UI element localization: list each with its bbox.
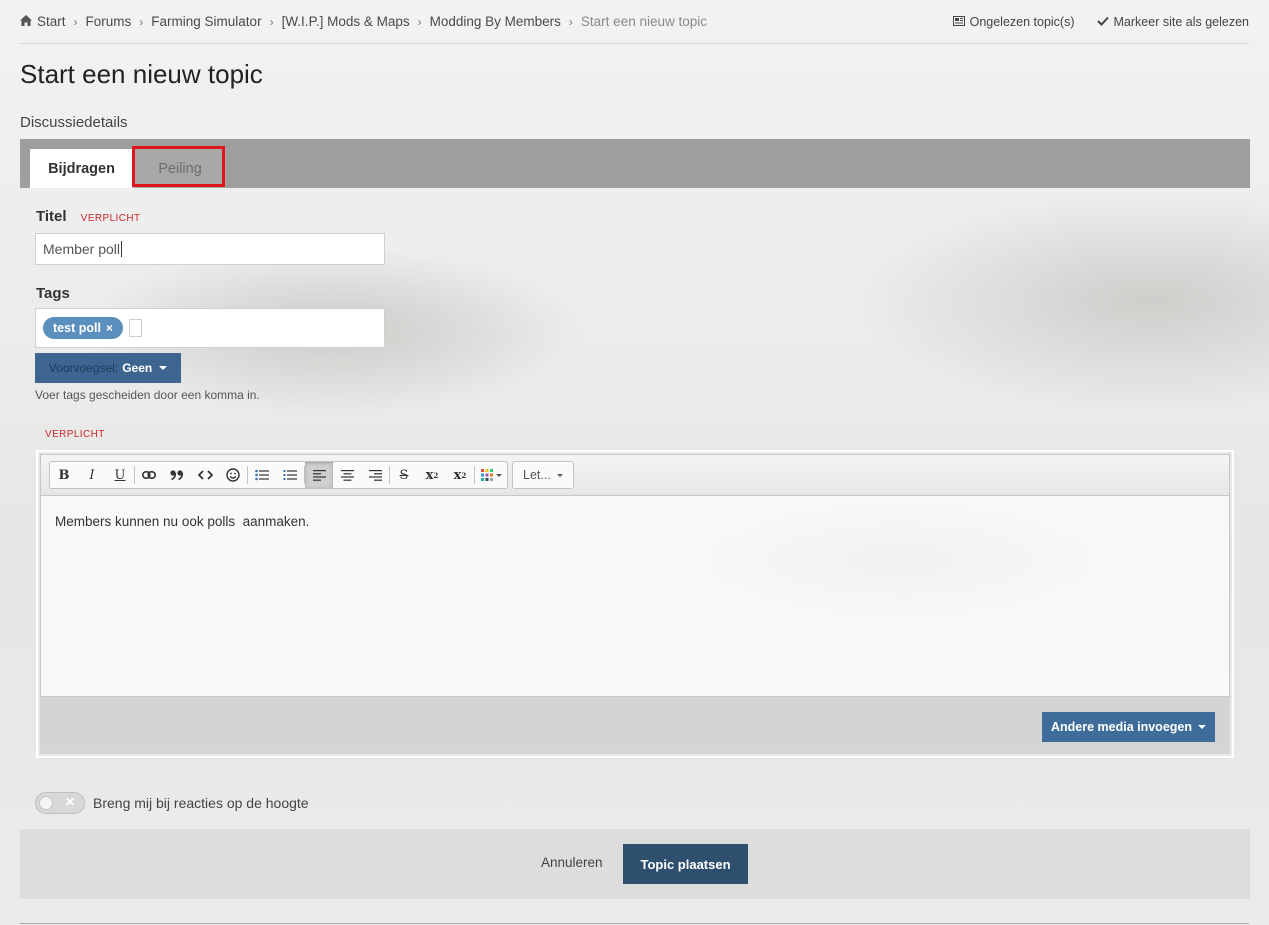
caret-down-icon — [159, 366, 168, 370]
code-icon[interactable] — [191, 462, 219, 488]
title-label-text: Titel — [36, 208, 67, 225]
caret-down-icon — [495, 473, 502, 477]
prefix-value: Geen — [122, 361, 153, 375]
follow-label: Breng mij bij reacties op de hoogte — [93, 795, 309, 811]
toggle-knob — [39, 796, 53, 810]
submit-bar: Annuleren Topic plaatsen — [20, 829, 1250, 899]
divider — [20, 43, 1249, 44]
newspaper-icon — [952, 15, 965, 29]
title-input-value: Member poll — [43, 241, 121, 257]
font-select-label: Let... — [523, 468, 551, 482]
remove-tag-icon[interactable]: × — [106, 321, 113, 335]
editor-text: Members kunnen nu ook polls aanmaken. — [55, 514, 310, 529]
cancel-button[interactable]: Annuleren — [541, 855, 603, 870]
editor-required-badge: VERPLICHT — [45, 429, 105, 440]
font-select[interactable]: Let... — [512, 461, 574, 489]
align-left-icon[interactable] — [305, 462, 333, 488]
toggle-off-icon: ✕ — [64, 795, 75, 809]
section-label: Discussiedetails — [20, 114, 128, 131]
rich-text-editor: B I U S x 2 x 2 Let... Members kunnen nu… — [36, 450, 1234, 758]
subscript-icon[interactable]: x2 — [446, 462, 474, 488]
chevron-right-icon: › — [269, 14, 274, 29]
tab-peiling[interactable]: Peiling — [134, 149, 226, 188]
link-icon[interactable] — [135, 462, 163, 488]
italic-icon[interactable]: I — [78, 462, 106, 488]
prefix-dropdown[interactable]: Voorvoegsel: Geen — [35, 353, 181, 383]
breadcrumb-current: Start een nieuw topic — [580, 14, 707, 29]
align-right-icon[interactable] — [361, 462, 389, 488]
color-icon[interactable] — [475, 462, 507, 488]
top-actions: Ongelezen topic(s) Markeer site als gele… — [952, 15, 1249, 29]
text-caret — [121, 241, 123, 257]
follow-row: ✕ Breng mij bij reacties op de hoogte — [35, 792, 309, 814]
mark-site-read-link[interactable]: Markeer site als gelezen — [1096, 15, 1249, 29]
insert-media-label: Andere media invoegen — [1050, 720, 1192, 734]
breadcrumb-forums[interactable]: Forums — [86, 14, 132, 29]
tab-bijdragen[interactable]: Bijdragen — [30, 149, 133, 188]
editor-footer: Andere media invoegen — [40, 697, 1230, 754]
toolbar-group-format: B I U S x 2 x 2 — [49, 461, 508, 489]
title-label: Titel VERPLICHT — [36, 208, 140, 225]
check-icon — [1096, 15, 1109, 29]
insert-media-button[interactable]: Andere media invoegen — [1042, 712, 1215, 742]
caret-down-icon — [556, 473, 563, 477]
editor-content-area[interactable]: Members kunnen nu ook polls aanmaken. — [40, 496, 1230, 697]
bold-icon[interactable]: B — [50, 462, 78, 488]
chevron-right-icon: › — [568, 14, 573, 29]
editor-toolbar: B I U S x 2 x 2 Let... — [40, 454, 1230, 496]
breadcrumb-start[interactable]: Start — [37, 14, 66, 29]
breadcrumb-wip-mods-maps[interactable]: [W.I.P.] Mods & Maps — [282, 14, 410, 29]
chevron-right-icon: › — [139, 14, 144, 29]
follow-toggle[interactable]: ✕ — [35, 792, 85, 814]
tag-entry-field[interactable] — [128, 319, 142, 337]
breadcrumb-farming-simulator[interactable]: Farming Simulator — [151, 14, 261, 29]
tags-label: Tags — [36, 285, 70, 302]
chevron-right-icon: › — [73, 14, 78, 29]
submit-topic-button[interactable]: Topic plaatsen — [623, 844, 748, 884]
page-title: Start een nieuw topic — [20, 59, 263, 89]
tab-bar: Bijdragen Peiling — [20, 139, 1250, 188]
title-input[interactable]: Member poll — [35, 233, 385, 265]
breadcrumb: Start › Forums › Farming Simulator › [W.… — [20, 14, 707, 29]
superscript-icon[interactable]: x2 — [418, 462, 446, 488]
tag-chip-label: test poll — [53, 321, 101, 335]
tags-hint: Voer tags gescheiden door een komma in. — [35, 388, 260, 402]
unread-topics-link[interactable]: Ongelezen topic(s) — [952, 15, 1075, 29]
numbered-list-icon[interactable] — [276, 462, 304, 488]
strikethrough-icon[interactable]: S — [390, 462, 418, 488]
bulleted-list-icon[interactable] — [248, 462, 276, 488]
align-center-icon[interactable] — [333, 462, 361, 488]
underline-icon[interactable]: U — [106, 462, 134, 488]
unread-topics-label: Ongelezen topic(s) — [969, 15, 1075, 29]
chevron-right-icon: › — [417, 14, 422, 29]
caret-down-icon — [1198, 725, 1206, 729]
prefix-label: Voorvoegsel: — [48, 361, 119, 375]
breadcrumb-modding-by-members[interactable]: Modding By Members — [430, 14, 561, 29]
emoji-icon[interactable] — [219, 462, 247, 488]
quote-icon[interactable] — [163, 462, 191, 488]
tag-chip: test poll × — [43, 317, 123, 339]
mark-site-read-label: Markeer site als gelezen — [1113, 15, 1249, 29]
home-icon — [20, 14, 32, 29]
required-badge: VERPLICHT — [80, 213, 141, 224]
divider — [20, 923, 1249, 924]
tags-input[interactable]: test poll × — [35, 308, 385, 348]
